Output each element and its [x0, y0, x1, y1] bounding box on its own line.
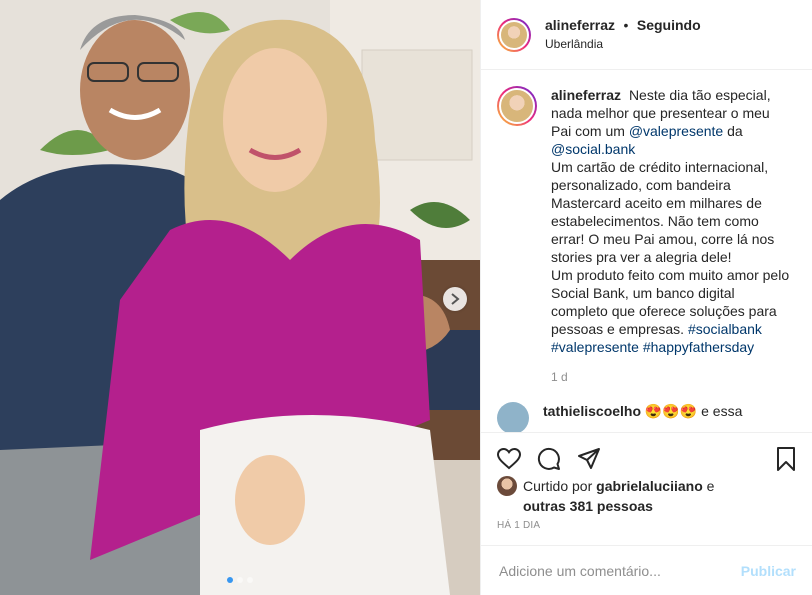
author-username[interactable]: alineferraz: [545, 17, 615, 33]
other-likers-link[interactable]: outras 381 pessoas: [523, 498, 653, 514]
comment-text: 😍😍😍 e essa: [644, 403, 743, 419]
photo-illustration: [0, 0, 480, 595]
author-info: alineferraz • Seguindo Uberlândia: [545, 16, 701, 53]
post-side-panel: alineferraz • Seguindo Uberlândia alinef…: [480, 0, 812, 595]
carousel-indicator: [0, 577, 480, 583]
commenter-avatar[interactable]: [497, 402, 529, 432]
carousel-next-button[interactable]: [443, 287, 467, 311]
commenter-username[interactable]: tathieliscoelho: [543, 403, 641, 419]
comments-section[interactable]: alineferraz Neste dia tão especial, nada…: [481, 70, 812, 432]
post-photo[interactable]: [0, 0, 480, 595]
like-button[interactable]: [496, 441, 537, 481]
caption-age[interactable]: 1 d: [551, 368, 791, 386]
chevron-right-icon: [450, 293, 460, 305]
heart-icon: [496, 447, 522, 475]
post-actions: [481, 432, 812, 481]
separator-dot: •: [623, 17, 629, 33]
comment-content: tathieliscoelho 😍😍😍 e essa: [543, 402, 742, 420]
share-button[interactable]: [577, 441, 617, 481]
post-header: alineferraz • Seguindo Uberlândia: [481, 0, 812, 70]
add-comment-bar: Publicar: [481, 545, 812, 595]
post-location[interactable]: Uberlândia: [545, 35, 701, 53]
instagram-post: alineferraz • Seguindo Uberlândia alinef…: [0, 0, 812, 595]
caption-avatar[interactable]: [497, 86, 537, 126]
caption-body: alineferraz Neste dia tão especial, nada…: [551, 86, 791, 386]
publish-button[interactable]: Publicar: [741, 563, 796, 579]
carousel-dot: [227, 577, 233, 583]
comment-input[interactable]: [497, 561, 741, 580]
likes-conjunction: e: [706, 478, 715, 494]
mention-link[interactable]: @valepresente: [629, 123, 723, 139]
liker-username[interactable]: gabrielaluciiano: [596, 478, 703, 494]
hashtag-link[interactable]: #socialbank: [688, 321, 762, 337]
caption-username[interactable]: alineferraz: [551, 87, 621, 103]
follow-status-button[interactable]: Seguindo: [637, 17, 701, 33]
author-avatar[interactable]: [497, 17, 531, 52]
post-timestamp[interactable]: HÁ 1 DIA: [497, 520, 540, 531]
bookmark-icon: [776, 446, 796, 476]
carousel-dot: [247, 577, 253, 583]
comment-icon: [537, 447, 561, 476]
likes-text: Curtido por gabrielaluciiano e outras 38…: [523, 476, 714, 516]
caption-text: da: [727, 123, 743, 139]
likes-summary: Curtido por gabrielaluciiano e outras 38…: [497, 476, 796, 516]
post-caption: alineferraz Neste dia tão especial, nada…: [481, 70, 812, 386]
hashtag-link[interactable]: #valepresente: [551, 339, 639, 355]
caption-text: Um cartão de crédito internacional, pers…: [551, 159, 775, 265]
avatar-image: [499, 19, 529, 50]
liker-avatar[interactable]: [497, 476, 517, 496]
mention-link[interactable]: @social.bank: [551, 141, 635, 157]
hashtag-link[interactable]: #happyfathersday: [643, 339, 754, 355]
likes-prefix: Curtido por: [523, 478, 593, 494]
paper-plane-icon: [577, 447, 601, 476]
carousel-dot: [237, 577, 243, 583]
comment-item: tathieliscoelho 😍😍😍 e essa: [481, 386, 812, 432]
comment-button[interactable]: [537, 441, 577, 481]
avatar-image: [499, 88, 535, 124]
save-button[interactable]: [756, 441, 796, 481]
